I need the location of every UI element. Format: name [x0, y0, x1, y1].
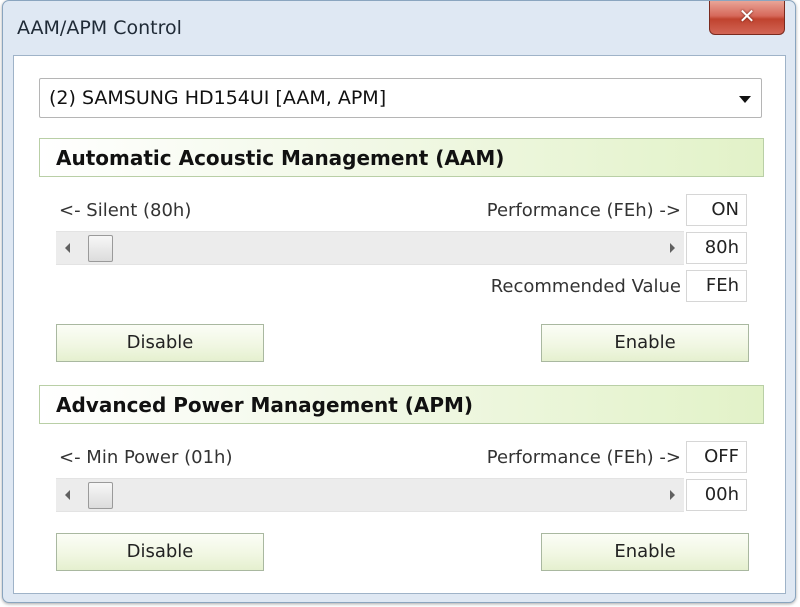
aam-status-value: ON: [686, 194, 747, 226]
title-bar[interactable]: AAM/APM Control ✕: [3, 1, 795, 55]
drive-select-value: (2) SAMSUNG HD154UI [AAM, APM]: [49, 87, 387, 109]
aam-recommended-label: Recommended Value: [490, 276, 681, 297]
aam-apm-window: AAM/APM Control ✕ (2) SAMSUNG HD154UI [A…: [2, 0, 796, 603]
apm-slider-thumb[interactable]: [88, 482, 113, 509]
scroll-right-icon[interactable]: [670, 490, 675, 500]
aam-min-label: <- Silent (80h): [59, 200, 192, 221]
aam-current-value: 80h: [686, 232, 747, 264]
apm-current-value: 00h: [686, 479, 747, 511]
scroll-left-icon[interactable]: [65, 490, 70, 500]
apm-min-label: <- Min Power (01h): [59, 447, 233, 468]
aam-disable-button[interactable]: Disable: [56, 324, 264, 362]
apm-status-value: OFF: [686, 441, 747, 473]
apm-section-header: Advanced Power Management (APM): [39, 385, 764, 424]
close-button[interactable]: ✕: [709, 1, 785, 35]
apm-enable-button[interactable]: Enable: [541, 533, 749, 571]
dropdown-arrow-icon: [739, 96, 751, 103]
scroll-right-icon[interactable]: [670, 243, 675, 253]
apm-disable-button[interactable]: Disable: [56, 533, 264, 571]
client-area: (2) SAMSUNG HD154UI [AAM, APM] Automatic…: [13, 55, 786, 594]
close-icon: ✕: [738, 4, 756, 28]
apm-slider[interactable]: [56, 478, 684, 512]
window-title: AAM/APM Control: [17, 17, 182, 39]
scroll-left-icon[interactable]: [65, 243, 70, 253]
apm-max-label: Performance (FEh) ->: [486, 447, 681, 468]
aam-slider[interactable]: [56, 231, 684, 265]
aam-slider-thumb[interactable]: [88, 235, 113, 262]
aam-enable-button[interactable]: Enable: [541, 324, 749, 362]
drive-select[interactable]: (2) SAMSUNG HD154UI [AAM, APM]: [39, 78, 762, 118]
aam-max-label: Performance (FEh) ->: [486, 200, 681, 221]
aam-recommended-value: FEh: [686, 270, 747, 302]
aam-section-header: Automatic Acoustic Management (AAM): [39, 138, 764, 177]
apm-section-title: Advanced Power Management (APM): [56, 393, 474, 417]
aam-section-title: Automatic Acoustic Management (AAM): [56, 146, 505, 170]
